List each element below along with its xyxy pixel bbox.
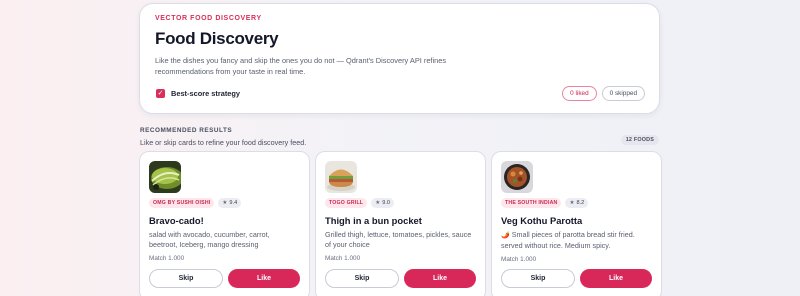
strategy-toggle[interactable]: ✓ Best-score strategy bbox=[156, 89, 240, 98]
liked-count-badge: 0 liked bbox=[562, 86, 597, 101]
feedback-counters: 0 liked 0 skipped bbox=[562, 86, 645, 101]
results-grid: OMG BY SUSHI OISHI ★ 9.4 Bravo-cado! sal… bbox=[139, 151, 662, 296]
card-actions: Skip Like bbox=[325, 269, 476, 288]
star-icon: ★ bbox=[222, 200, 228, 206]
like-button[interactable]: Like bbox=[228, 269, 300, 288]
rating-value: 9.4 bbox=[229, 200, 238, 206]
match-score: Match 1.000 bbox=[325, 255, 361, 263]
chili-icon: 🌶️ bbox=[501, 231, 510, 239]
curry-dish-photo-icon bbox=[501, 161, 533, 193]
rating-value: 8.2 bbox=[576, 200, 585, 206]
star-icon: ★ bbox=[569, 200, 575, 206]
like-button[interactable]: Like bbox=[580, 269, 652, 288]
restaurant-badge: THE SOUTH INDIAN bbox=[501, 198, 562, 208]
dish-description-text: Small pieces of parotta bread stir fried… bbox=[501, 230, 635, 250]
dish-name: Veg Kothu Parotta bbox=[501, 215, 583, 226]
card-actions: Skip Like bbox=[501, 269, 652, 288]
strategy-checkbox[interactable]: ✓ bbox=[156, 89, 165, 98]
match-score: Match 1.000 bbox=[149, 255, 185, 263]
skip-button[interactable]: Skip bbox=[325, 269, 399, 288]
foods-count-badge: 12 FOODS bbox=[620, 135, 659, 145]
skipped-count-badge: 0 skipped bbox=[601, 86, 645, 101]
dish-description: 🌶️ Small pieces of parotta bread stir fr… bbox=[501, 230, 652, 250]
hero-panel: VECTOR FOOD DISCOVERY Food Discovery Lik… bbox=[139, 3, 660, 114]
results-title: RECOMMENDED RESULTS bbox=[140, 127, 233, 134]
restaurant-badge: OMG BY SUSHI OISHI bbox=[149, 198, 215, 208]
hero-description: Like the dishes you fancy and skip the o… bbox=[155, 56, 447, 76]
rating-badge: ★ 8.2 bbox=[565, 198, 589, 208]
strategy-label: Best-score strategy bbox=[171, 89, 241, 98]
match-score: Match 1.000 bbox=[501, 256, 537, 264]
like-button[interactable]: Like bbox=[404, 269, 476, 288]
restaurant-badge: TOGO GRILL bbox=[325, 198, 368, 208]
skip-button[interactable]: Skip bbox=[501, 269, 575, 288]
dish-description: Grilled thigh, lettuce, tomatoes, pickle… bbox=[325, 230, 472, 249]
hero-eyebrow: VECTOR FOOD DISCOVERY bbox=[155, 15, 262, 22]
rating-badge: ★ 9.4 bbox=[218, 198, 242, 208]
page-title: Food Discovery bbox=[155, 29, 279, 48]
results-subtitle: Like or skip cards to refine your food d… bbox=[140, 138, 307, 147]
rating-badge: ★ 9.0 bbox=[371, 198, 394, 208]
skip-button[interactable]: Skip bbox=[149, 269, 223, 288]
rating-value: 9.0 bbox=[382, 200, 390, 206]
avocado-dish-photo-icon bbox=[149, 161, 181, 193]
dish-name: Bravo-cado! bbox=[149, 215, 204, 226]
star-icon: ★ bbox=[375, 200, 381, 206]
dish-description: salad with avocado, cucumber, carrot, be… bbox=[149, 230, 270, 249]
food-card: OMG BY SUSHI OISHI ★ 9.4 Bravo-cado! sal… bbox=[139, 151, 310, 296]
dish-name: Thigh in a bun pocket bbox=[325, 215, 422, 226]
results-header: RECOMMENDED RESULTS Like or skip cards t… bbox=[140, 127, 306, 147]
burger-dish-photo-icon bbox=[325, 161, 357, 193]
card-actions: Skip Like bbox=[149, 269, 300, 288]
food-card: TOGO GRILL ★ 9.0 Thigh in a bun pocket G… bbox=[315, 151, 486, 296]
food-card: THE SOUTH INDIAN ★ 8.2 Veg Kothu Parotta… bbox=[491, 151, 662, 296]
